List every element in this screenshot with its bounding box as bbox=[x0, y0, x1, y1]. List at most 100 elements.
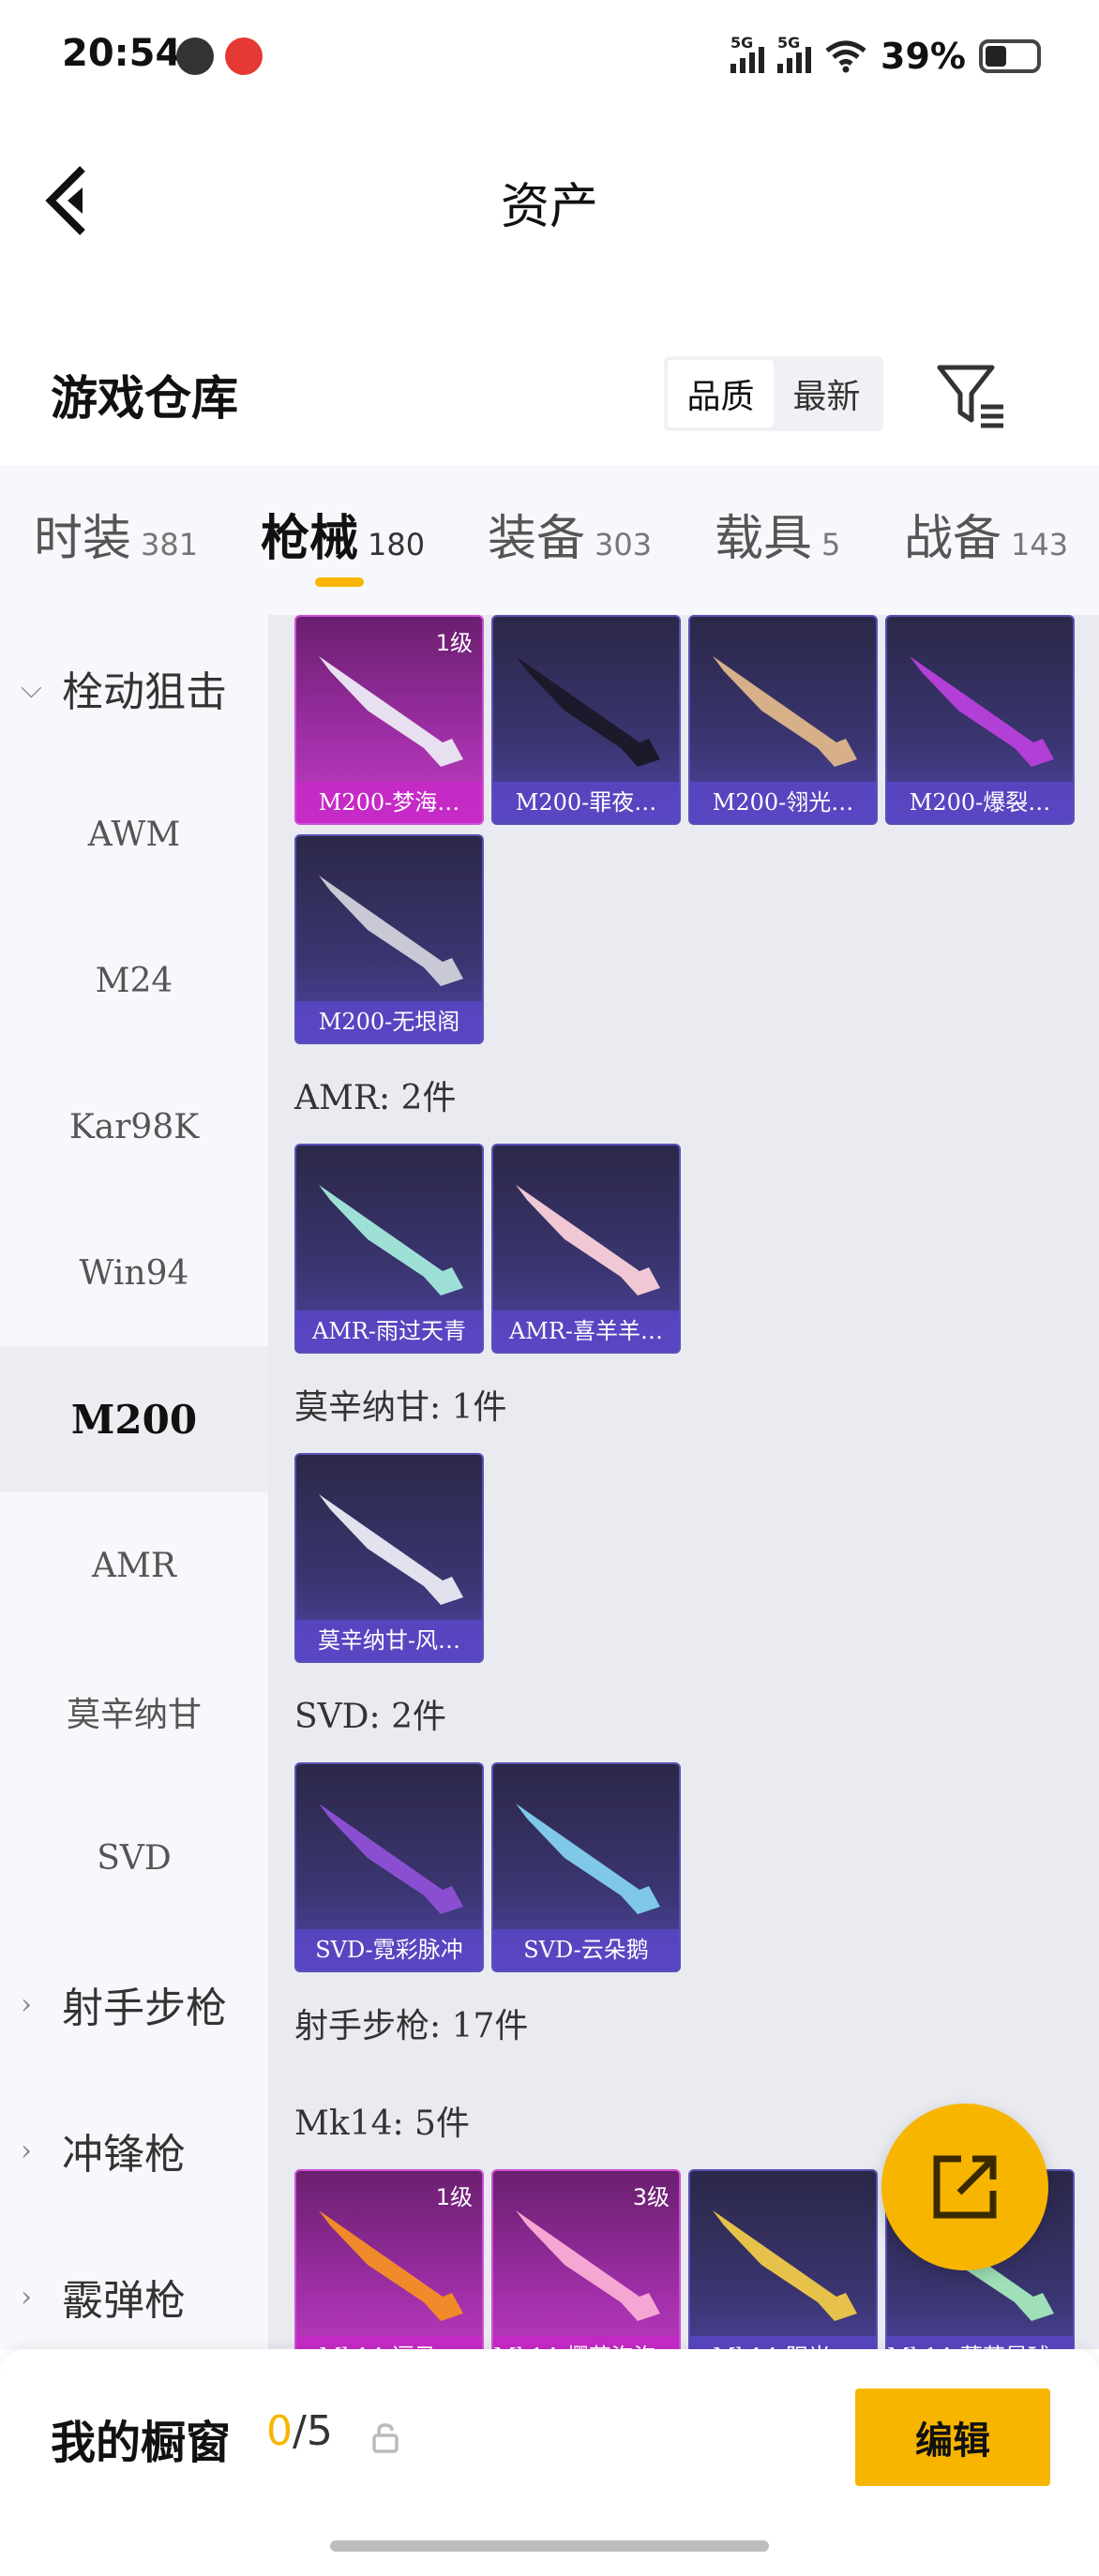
sidebar-item-mosin[interactable]: 莫辛纳甘 bbox=[0, 1639, 268, 1785]
level-badge: 1级 bbox=[435, 630, 473, 656]
tab-vehicles[interactable]: 载具 5 bbox=[715, 499, 840, 569]
sort-newest-button[interactable]: 最新 bbox=[774, 360, 880, 427]
edit-button[interactable]: 编辑 bbox=[855, 2389, 1050, 2486]
wechat-icon bbox=[176, 37, 214, 75]
section-label-svd: SVD: 2件 bbox=[294, 1698, 447, 1736]
home-indicator[interactable] bbox=[330, 2540, 769, 2552]
signal-icon: 5G bbox=[777, 34, 812, 73]
section-label-mk14: Mk14: 5件 bbox=[294, 2104, 470, 2143]
weapon-name: Mk14-薄荷星球… bbox=[887, 2336, 1073, 2349]
sidebar-group-shotgun[interactable]: › 霰弹枪 bbox=[0, 2224, 268, 2370]
weapon-card[interactable]: 3级 Mk14-樱花泡泡… bbox=[491, 2169, 681, 2349]
weapon-card[interactable]: AMR-喜羊羊… bbox=[491, 1144, 681, 1354]
weapon-grid: 1级 M200-梦海… M200-罪夜… M200-翎光… M200-爆裂… M… bbox=[268, 615, 1099, 2349]
sidebar-group-bolt-action[interactable]: ⌵ 栓动狙击 bbox=[0, 615, 268, 761]
rifle-image bbox=[319, 876, 463, 986]
rifle-image bbox=[319, 1185, 463, 1295]
category-tabs: 时装 381 枪械 180 装备 303 载具 5 战备 143 bbox=[0, 465, 1099, 615]
section-label-mosin: 莫辛纳甘: 1件 bbox=[294, 1388, 507, 1427]
network-type-label: 5G bbox=[730, 34, 754, 52]
sidebar-item-amr[interactable]: AMR bbox=[0, 1492, 268, 1639]
weapon-name: SVD-霓彩脉冲 bbox=[296, 1929, 482, 1970]
weapon-card[interactable]: M200-爆裂… bbox=[885, 615, 1075, 825]
rifle-image bbox=[516, 1185, 660, 1295]
battery-icon bbox=[979, 39, 1041, 73]
sidebar-item-m24[interactable]: M24 bbox=[0, 907, 268, 1054]
rifle-image bbox=[910, 656, 1054, 767]
rifle-image bbox=[319, 1494, 463, 1605]
sidebar-item-win94[interactable]: Win94 bbox=[0, 1200, 268, 1346]
sidebar-group-label: 霰弹枪 bbox=[62, 2277, 186, 2325]
tab-label: 枪械 bbox=[261, 510, 359, 567]
sidebar-item-awm[interactable]: AWM bbox=[0, 761, 268, 907]
weapon-name: Mk14-逗马… bbox=[296, 2336, 482, 2349]
active-tab-indicator bbox=[315, 577, 364, 587]
section-label-dmr: 射手步枪: 17件 bbox=[294, 2007, 529, 2045]
sidebar-group-smg[interactable]: › 冲锋枪 bbox=[0, 2077, 268, 2224]
sidebar-item-m200[interactable]: M200 bbox=[0, 1346, 268, 1492]
network-type-label: 5G bbox=[777, 34, 801, 52]
warehouse-title: 游戏仓库 bbox=[51, 370, 238, 426]
weapon-card[interactable]: M200-无垠阁 bbox=[294, 834, 484, 1044]
filter-button[interactable] bbox=[934, 358, 1009, 433]
section-label-amr: AMR: 2件 bbox=[294, 1079, 457, 1117]
weapon-type-sidebar: ⌵ 栓动狙击 AWM M24 Kar98K Win94 M200 AMR 莫辛纳… bbox=[0, 615, 268, 2349]
tab-supplies[interactable]: 战备 143 bbox=[904, 499, 1068, 569]
rifle-image bbox=[713, 656, 857, 767]
weapon-card[interactable]: M200-翎光… bbox=[688, 615, 878, 825]
sort-toggle: 品质 最新 bbox=[664, 356, 883, 431]
rifle-image bbox=[713, 2210, 857, 2321]
app-notification-icon bbox=[225, 37, 263, 75]
rifle-image bbox=[319, 656, 463, 767]
weapon-name: 莫辛纳甘-风… bbox=[296, 1620, 482, 1661]
weapon-card[interactable]: Mk14-阳光… bbox=[688, 2169, 878, 2349]
weapon-name: Mk14-樱花泡泡… bbox=[493, 2336, 679, 2349]
weapon-name: M200-无垠阁 bbox=[296, 1001, 482, 1042]
sidebar-item-kar98k[interactable]: Kar98K bbox=[0, 1054, 268, 1200]
rifle-image bbox=[319, 2210, 463, 2321]
chevron-down-icon: ⌵ bbox=[21, 671, 42, 705]
sidebar-item-svd[interactable]: SVD bbox=[0, 1785, 268, 1931]
tab-firearms[interactable]: 枪械 180 bbox=[261, 499, 425, 569]
tab-fashion[interactable]: 时装 381 bbox=[34, 499, 198, 569]
weapon-name: M200-爆裂… bbox=[887, 782, 1073, 823]
weapon-name: AMR-雨过天青 bbox=[296, 1310, 482, 1352]
weapon-name: M200-翎光… bbox=[690, 782, 876, 823]
rifle-image bbox=[516, 656, 660, 767]
weapon-card[interactable]: M200-罪夜… bbox=[491, 615, 681, 825]
weapon-card[interactable]: 1级 M200-梦海… bbox=[294, 615, 484, 825]
battery-percent: 39% bbox=[881, 36, 966, 77]
showcase-label: 我的橱窗 bbox=[51, 2417, 232, 2469]
page-title: 资产 bbox=[500, 179, 598, 235]
sort-quality-button[interactable]: 品质 bbox=[668, 360, 774, 427]
signal-icon: 5G bbox=[730, 34, 765, 73]
tab-label: 时装 bbox=[34, 511, 132, 567]
tab-label: 装备 bbox=[488, 511, 586, 567]
sidebar-group-label: 冲锋枪 bbox=[62, 2131, 186, 2179]
weapon-card[interactable]: SVD-霓彩脉冲 bbox=[294, 1762, 484, 1972]
wifi-icon bbox=[825, 40, 866, 73]
rifle-image bbox=[516, 2210, 660, 2321]
level-badge: 3级 bbox=[632, 2184, 670, 2210]
share-icon bbox=[933, 2155, 997, 2219]
filter-icon bbox=[937, 365, 1003, 428]
rifle-image bbox=[319, 1804, 463, 1914]
status-bar: 20:54 5G 5G 39% bbox=[0, 0, 1099, 112]
weapon-card[interactable]: AMR-雨过天青 bbox=[294, 1144, 484, 1354]
tab-count: 381 bbox=[141, 527, 199, 562]
bottom-bar: 我的橱窗 0/5 编辑 bbox=[0, 2349, 1099, 2576]
tab-count: 180 bbox=[368, 527, 426, 562]
weapon-name: M200-梦海… bbox=[296, 782, 482, 823]
lock-icon bbox=[372, 2423, 399, 2453]
tab-equipment[interactable]: 装备 303 bbox=[488, 499, 652, 569]
level-badge: 1级 bbox=[435, 2184, 473, 2210]
share-button[interactable] bbox=[881, 2104, 1048, 2270]
status-icons: 5G 5G 39% bbox=[730, 28, 1041, 84]
weapon-card[interactable]: 莫辛纳甘-风… bbox=[294, 1453, 484, 1663]
weapon-name: SVD-云朵鹅 bbox=[493, 1929, 679, 1970]
weapon-card[interactable]: SVD-云朵鹅 bbox=[491, 1762, 681, 1972]
status-time: 20:54 bbox=[62, 32, 182, 75]
weapon-card[interactable]: 1级 Mk14-逗马… bbox=[294, 2169, 484, 2349]
tab-count: 303 bbox=[595, 527, 653, 562]
sidebar-group-dmr[interactable]: › 射手步枪 bbox=[0, 1931, 268, 2077]
